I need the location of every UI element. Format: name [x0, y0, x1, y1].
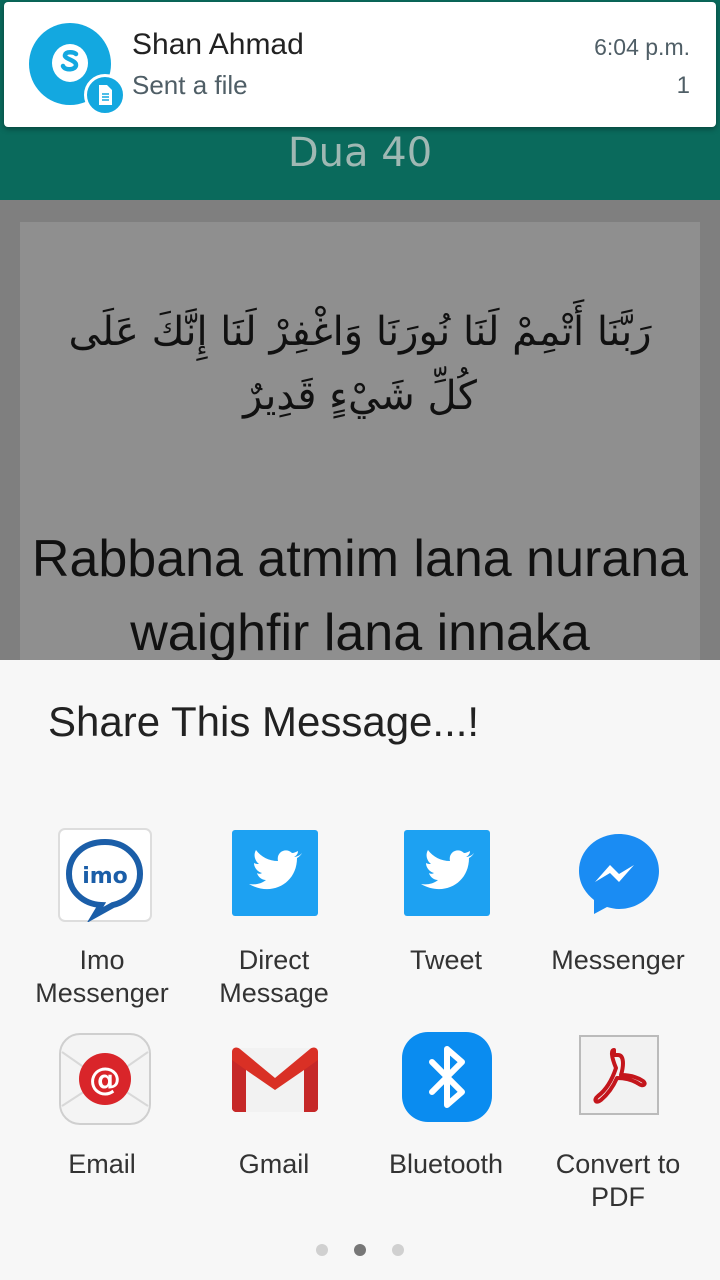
page-dot-active[interactable] [354, 1244, 366, 1256]
transliteration-text: Rabbana atmim lana nurana waighfir lana … [31, 530, 689, 662]
notification[interactable]: Shan Ahmad Sent a file 6:04 p.m. 1 [4, 2, 716, 127]
notification-count: 1 [676, 72, 690, 99]
page-title: Dua 40 [287, 130, 433, 176]
dua-card: رَبَّنَا أَتْمِمْ لَنَا نُورَنَا وَاغْفِ… [20, 222, 700, 682]
pdf-icon [574, 1032, 664, 1122]
share-target-label: Imo Messenger [35, 945, 169, 1008]
svg-text:imo: imo [82, 864, 128, 889]
page-dot[interactable] [316, 1244, 328, 1256]
svg-text:@: @ [89, 1060, 121, 1098]
messenger-icon [574, 828, 664, 918]
share-sheet: Share This Message...! imo Imo Messenger… [0, 660, 720, 1280]
twitter-icon [402, 828, 492, 918]
page-indicator [0, 1244, 720, 1256]
arabic-text: رَبَّنَا أَتْمِمْ لَنَا نُورَنَا وَاغْفِ… [68, 309, 652, 419]
share-target-label: Messenger [551, 945, 685, 975]
twitter-icon [230, 828, 320, 918]
gmail-icon [230, 1032, 320, 1122]
file-icon [84, 74, 126, 116]
notification-sender: Shan Ahmad [132, 28, 304, 61]
share-target-label: Email [68, 1149, 136, 1179]
imo-icon: imo [58, 828, 152, 924]
notification-time: 6:04 p.m. [594, 34, 690, 60]
dua-content: رَبَّنَا أَتْمِمْ لَنَا نُورَنَا وَاغْفِ… [0, 200, 720, 682]
share-target-label: Gmail [238, 1149, 310, 1179]
share-target-label: Bluetooth [388, 1149, 504, 1179]
share-target-label: Direct Message [219, 945, 329, 1008]
share-sheet-title: Share This Message...! [48, 698, 480, 745]
page-dot[interactable] [392, 1244, 404, 1256]
bluetooth-icon [402, 1032, 492, 1122]
share-target-label: Convert to PDF [555, 1149, 681, 1212]
share-target-label: Tweet [409, 945, 483, 975]
email-icon: @ [58, 1032, 151, 1125]
notification-message: Sent a file [132, 70, 248, 100]
